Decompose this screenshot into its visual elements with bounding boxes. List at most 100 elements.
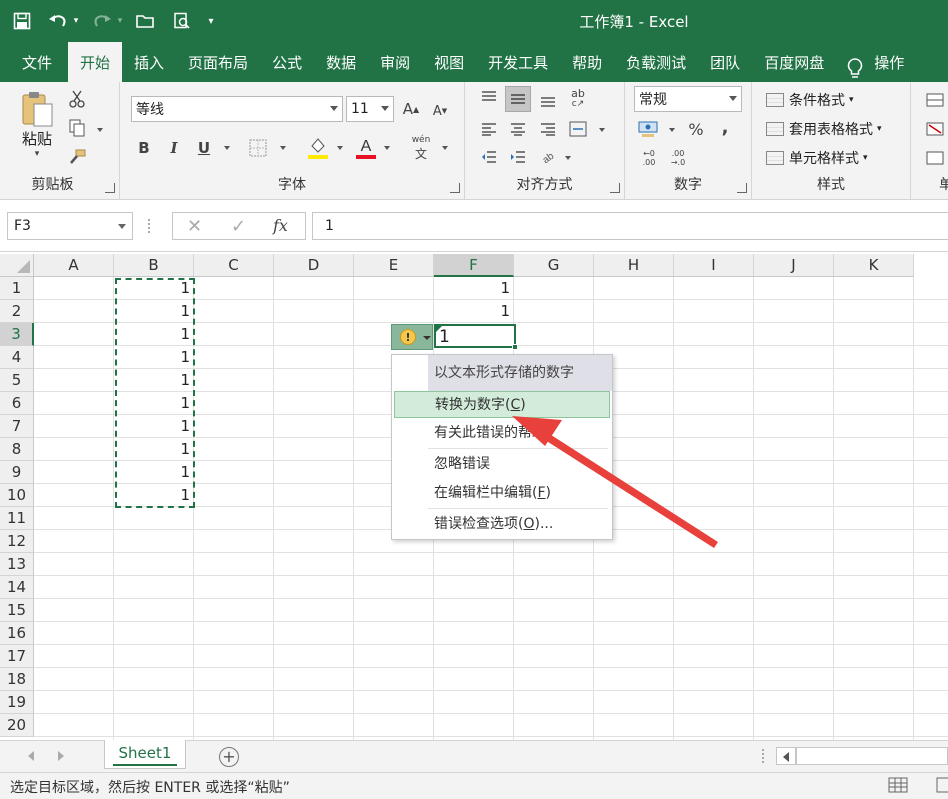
column-header-g[interactable]: G (514, 254, 594, 277)
tab-formulas[interactable]: 公式 (260, 42, 314, 82)
tab-home[interactable]: 开始 (68, 42, 123, 82)
increase-font-icon[interactable]: A ▲ (400, 98, 422, 120)
select-all-corner[interactable] (0, 254, 34, 277)
row-header-6[interactable]: 6 (0, 392, 34, 415)
row-header-13[interactable]: 13 (0, 553, 34, 576)
cut-icon[interactable] (66, 88, 88, 110)
number-launcher-icon[interactable] (737, 183, 747, 193)
delete-cells-icon[interactable] (925, 119, 945, 139)
column-header-j[interactable]: J (754, 254, 834, 277)
next-sheet-icon[interactable] (58, 751, 64, 761)
underline-dropdown-icon[interactable] (224, 146, 230, 150)
bold-button[interactable]: B (134, 136, 154, 160)
tab-baidu-netdisk[interactable]: 百度网盘 (752, 42, 836, 82)
row-header-7[interactable]: 7 (0, 415, 34, 438)
insert-cells-icon[interactable] (925, 90, 945, 110)
font-launcher-icon[interactable] (450, 183, 460, 193)
increase-decimal-icon[interactable]: ←0.00 (636, 146, 662, 170)
prev-sheet-icon[interactable] (28, 751, 34, 761)
merge-center-icon[interactable] (567, 118, 589, 140)
paste-dropdown-icon[interactable]: ▾ (35, 149, 40, 159)
tab-developer[interactable]: 开发工具 (476, 42, 560, 82)
add-sheet-icon[interactable]: + (219, 747, 239, 767)
formula-input[interactable]: 1 (312, 212, 948, 240)
row-header-12[interactable]: 12 (0, 530, 34, 553)
normal-view-icon[interactable] (888, 776, 910, 796)
align-center-icon[interactable] (507, 118, 529, 140)
horizontal-scrollbar[interactable] (776, 747, 948, 765)
column-header-h[interactable]: H (594, 254, 674, 277)
tell-me-search[interactable]: 操作 (866, 42, 916, 82)
paste-button[interactable]: 粘贴 ▾ (12, 88, 62, 160)
tab-file[interactable]: 文件 (0, 42, 68, 82)
row-header-18[interactable]: 18 (0, 668, 34, 691)
column-header-b[interactable]: B (114, 254, 194, 277)
font-color-dropdown-icon[interactable] (384, 146, 390, 150)
tab-insert[interactable]: 插入 (122, 42, 176, 82)
phonetic-guide-icon[interactable]: wén 文 (408, 134, 434, 162)
scroll-left-icon[interactable] (783, 752, 789, 762)
row-header-14[interactable]: 14 (0, 576, 34, 599)
menu-item-error-help[interactable]: 有关此错误的帮助 (394, 420, 610, 447)
cell-styles-button[interactable]: 单元格样式 ▾ (766, 148, 868, 168)
row-header-19[interactable]: 19 (0, 691, 34, 714)
orientation-icon[interactable]: ab c↗ (567, 86, 589, 112)
borders-dropdown-icon[interactable] (280, 146, 286, 150)
row-header-11[interactable]: 11 (0, 507, 34, 530)
row-header-8[interactable]: 8 (0, 438, 34, 461)
fill-color-dropdown-icon[interactable] (337, 146, 343, 150)
percent-style-button[interactable]: % (685, 118, 707, 140)
column-header-f[interactable]: F (434, 254, 514, 277)
cancel-entry-icon[interactable]: ✕ (187, 216, 202, 237)
row-header-5[interactable]: 5 (0, 369, 34, 392)
wrap-dropdown-icon[interactable] (565, 156, 571, 160)
font-color-icon[interactable]: A (354, 134, 378, 162)
underline-button[interactable]: U (194, 136, 214, 160)
comma-style-button[interactable]: , (717, 116, 733, 138)
name-box[interactable]: F3 (7, 212, 133, 240)
column-header-c[interactable]: C (194, 254, 274, 277)
align-left-icon[interactable] (478, 118, 500, 140)
tab-load-test[interactable]: 负载测试 (614, 42, 698, 82)
tab-team[interactable]: 团队 (698, 42, 752, 82)
menu-item-edit-in-formula-bar[interactable]: 在编辑栏中编辑(F) (394, 480, 610, 507)
alignment-launcher-icon[interactable] (610, 183, 620, 193)
align-middle-icon[interactable] (505, 86, 531, 112)
column-header-a[interactable]: A (34, 254, 114, 277)
row-header-17[interactable]: 17 (0, 645, 34, 668)
insert-function-icon[interactable]: fx (273, 216, 288, 235)
row-header-2[interactable]: 2 (0, 300, 34, 323)
borders-icon[interactable] (246, 136, 270, 160)
format-as-table-button[interactable]: 套用表格格式 ▾ (766, 119, 882, 139)
tab-view[interactable]: 视图 (422, 42, 476, 82)
row-header-9[interactable]: 9 (0, 461, 34, 484)
decrease-indent-icon[interactable] (478, 146, 500, 168)
tab-data[interactable]: 数据 (314, 42, 368, 82)
font-size-combo[interactable]: 11 (346, 96, 394, 122)
decrease-font-icon[interactable]: A ▼ (429, 100, 451, 122)
sheet-tab-sheet1[interactable]: Sheet1 (104, 740, 186, 769)
number-format-combo[interactable]: 常规 (634, 86, 742, 112)
copy-icon[interactable] (66, 117, 88, 139)
merge-dropdown-icon[interactable] (599, 128, 605, 132)
italic-button[interactable]: I (164, 136, 184, 160)
format-painter-icon[interactable] (66, 146, 88, 168)
column-header-i[interactable]: I (674, 254, 754, 277)
font-name-combo[interactable]: 等线 (131, 96, 343, 122)
format-cells-icon[interactable] (925, 148, 945, 168)
align-bottom-icon[interactable] (537, 90, 559, 110)
column-header-d[interactable]: D (274, 254, 354, 277)
tab-help[interactable]: 帮助 (560, 42, 614, 82)
align-top-icon[interactable] (478, 88, 500, 108)
row-header-15[interactable]: 15 (0, 599, 34, 622)
tab-page-layout[interactable]: 页面布局 (176, 42, 260, 82)
row-header-20[interactable]: 20 (0, 714, 34, 737)
accounting-format-icon[interactable] (636, 118, 660, 140)
increase-indent-icon[interactable] (507, 146, 529, 168)
column-header-e[interactable]: E (354, 254, 434, 277)
fill-handle[interactable] (512, 344, 518, 350)
decrease-decimal-icon[interactable]: .00 →.0 (665, 146, 691, 170)
lightbulb-icon[interactable] (844, 56, 866, 82)
wrap-text-icon[interactable]: ab (537, 146, 559, 168)
error-check-button[interactable]: ! (391, 324, 433, 350)
